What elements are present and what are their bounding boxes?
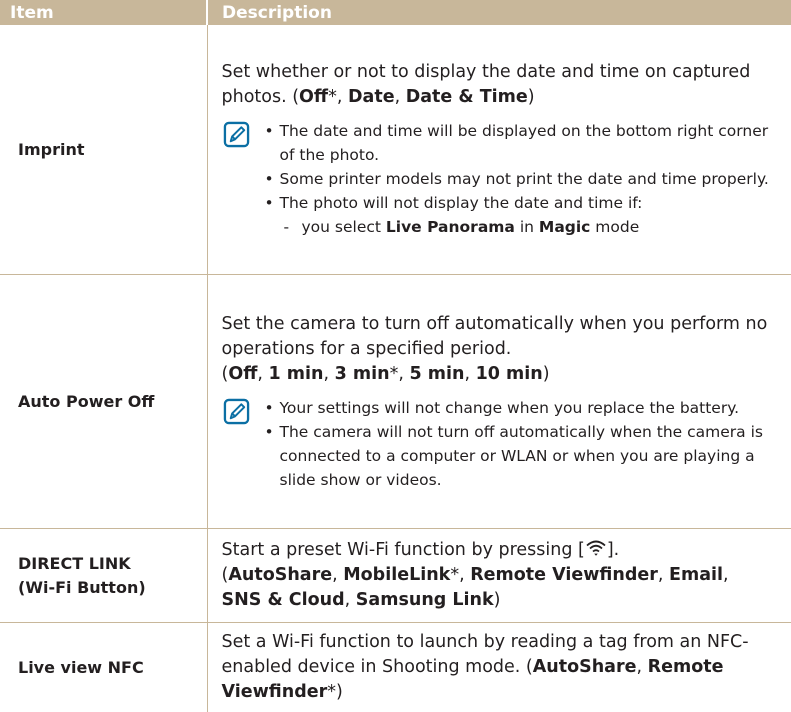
item-imprint: Imprint bbox=[0, 25, 207, 275]
description-imprint: Set whether or not to display the date a… bbox=[207, 25, 791, 275]
description-live-view-nfc: Set a Wi-Fi function to launch by readin… bbox=[207, 623, 791, 712]
table-row: Live view NFC Set a Wi-Fi function to la… bbox=[0, 623, 791, 712]
column-header-item: Item bbox=[0, 0, 207, 25]
table-row: Auto Power Off Set the camera to turn of… bbox=[0, 275, 791, 529]
item-label-line: (Wi-Fi Button) bbox=[18, 576, 206, 600]
note-pencil-icon bbox=[223, 121, 250, 148]
note-item: The camera will not turn off automatical… bbox=[262, 420, 780, 492]
description-text: Set whether or not to display the date a… bbox=[222, 60, 780, 110]
description-direct-link: Start a preset Wi-Fi function by pressin… bbox=[207, 529, 791, 623]
note-pencil-icon bbox=[223, 398, 250, 425]
item-label-line: DIRECT LINK bbox=[18, 552, 206, 576]
description-auto-power-off: Set the camera to turn off automatically… bbox=[207, 275, 791, 529]
table-header-row: Item Description bbox=[0, 0, 791, 25]
item-auto-power-off: Auto Power Off bbox=[0, 275, 207, 529]
column-header-description: Description bbox=[207, 0, 791, 25]
note-item: The photo will not display the date and … bbox=[262, 191, 780, 239]
description-text: Set a Wi-Fi function to launch by readin… bbox=[222, 630, 780, 705]
wifi-icon bbox=[585, 539, 607, 557]
note-list: Your settings will not change when you r… bbox=[262, 396, 780, 492]
note-sub-item: you select Live Panorama in Magic mode bbox=[280, 215, 780, 239]
note-item: Your settings will not change when you r… bbox=[262, 396, 780, 420]
note-item: Some printer models may not print the da… bbox=[262, 167, 780, 191]
item-direct-link: DIRECT LINK (Wi-Fi Button) bbox=[0, 529, 207, 623]
description-text: Start a preset Wi-Fi function by pressin… bbox=[222, 538, 780, 613]
settings-table: Item Description Imprint Set whether or … bbox=[0, 0, 791, 712]
table-row: Imprint Set whether or not to display th… bbox=[0, 25, 791, 275]
note-box: Your settings will not change when you r… bbox=[222, 396, 780, 492]
note-item: The date and time will be displayed on t… bbox=[262, 119, 780, 167]
item-live-view-nfc: Live view NFC bbox=[0, 623, 207, 712]
note-list: The date and time will be displayed on t… bbox=[262, 119, 780, 239]
description-text: Set the camera to turn off automatically… bbox=[222, 312, 780, 387]
table-row: DIRECT LINK (Wi-Fi Button) Start a prese… bbox=[0, 529, 791, 623]
note-box: The date and time will be displayed on t… bbox=[222, 119, 780, 239]
